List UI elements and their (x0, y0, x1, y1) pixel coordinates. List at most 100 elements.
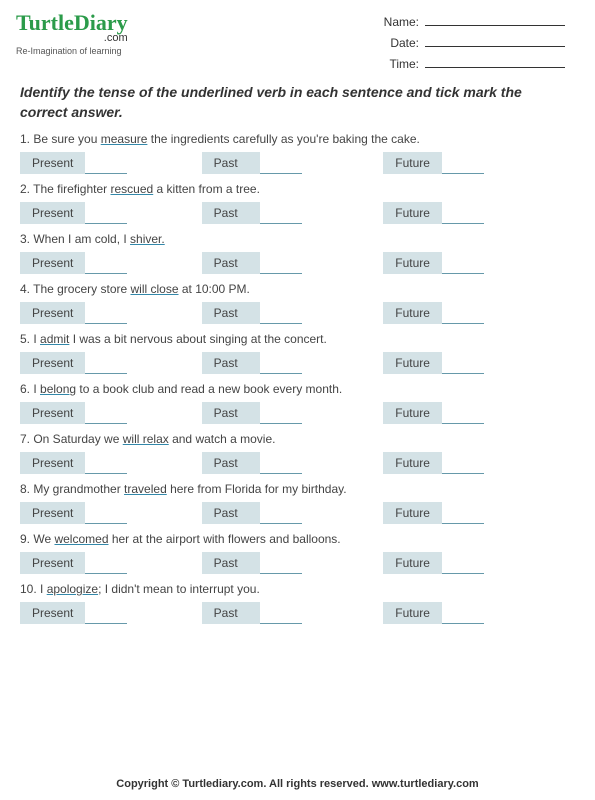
answer-blank[interactable] (442, 302, 484, 324)
option-label: Past (202, 452, 260, 474)
answer-blank[interactable] (260, 302, 302, 324)
answer-blank[interactable] (260, 552, 302, 574)
options-row: Present Past Future (20, 302, 565, 324)
answer-blank[interactable] (260, 402, 302, 424)
option-label: Future (383, 552, 442, 574)
question: 8. My grandmother traveled here from Flo… (20, 482, 565, 524)
option-present: Present (20, 152, 202, 174)
logo: TurtleDiary .com Re-Imagination of learn… (16, 12, 128, 71)
underlined-verb: admit (40, 332, 69, 346)
question: 1. Be sure you measure the ingredients c… (20, 132, 565, 174)
question-text: 3. When I am cold, I shiver. (20, 232, 565, 246)
question-text: 7. On Saturday we will relax and watch a… (20, 432, 565, 446)
answer-blank[interactable] (260, 152, 302, 174)
option-label: Past (202, 302, 260, 324)
option-future: Future (383, 252, 565, 274)
question-post: ; I didn't mean to interrupt you. (98, 582, 260, 596)
answer-blank[interactable] (260, 252, 302, 274)
option-present: Present (20, 452, 202, 474)
name-field: Name: (384, 12, 565, 29)
option-label: Present (20, 552, 85, 574)
answer-blank[interactable] (260, 352, 302, 374)
answer-blank[interactable] (85, 502, 127, 524)
option-future: Future (383, 452, 565, 474)
answer-blank[interactable] (442, 552, 484, 574)
answer-blank[interactable] (85, 352, 127, 374)
question-text: 9. We welcomed her at the airport with f… (20, 532, 565, 546)
underlined-verb: apologize (47, 582, 98, 596)
question-post: here from Florida for my birthday. (167, 482, 347, 496)
answer-blank[interactable] (442, 252, 484, 274)
answer-blank[interactable] (260, 502, 302, 524)
option-label: Future (383, 502, 442, 524)
answer-blank[interactable] (85, 552, 127, 574)
option-label: Past (202, 552, 260, 574)
option-label: Past (202, 202, 260, 224)
question-pre: We (33, 532, 54, 546)
option-label: Future (383, 302, 442, 324)
date-input-line[interactable] (425, 33, 565, 47)
question: 9. We welcomed her at the airport with f… (20, 532, 565, 574)
answer-blank[interactable] (85, 602, 127, 624)
name-input-line[interactable] (425, 12, 565, 26)
options-row: PresentPastFuture (20, 352, 565, 374)
options-row: PresentPastFuture (20, 602, 565, 624)
question: 2. The firefighter rescued a kitten from… (20, 182, 565, 224)
option-label: Future (383, 452, 442, 474)
answer-blank[interactable] (260, 202, 302, 224)
option-present: Present (20, 602, 202, 624)
question-number: 4. (20, 282, 33, 296)
option-label: Future (383, 352, 442, 374)
answer-blank[interactable] (442, 352, 484, 374)
answer-blank[interactable] (442, 402, 484, 424)
question-text: 10. I apologize; I didn't mean to interr… (20, 582, 565, 596)
option-label: Present (20, 502, 85, 524)
option-label: Future (383, 402, 442, 424)
answer-blank[interactable] (260, 452, 302, 474)
option-label: Present (20, 302, 85, 324)
option-past: Past (202, 552, 384, 574)
question-pre: I (40, 582, 47, 596)
answer-blank[interactable] (442, 452, 484, 474)
answer-blank[interactable] (85, 402, 127, 424)
question-pre: When I am cold, I (33, 232, 130, 246)
option-label: Present (20, 452, 85, 474)
answer-blank[interactable] (85, 302, 127, 324)
question-number: 1. (20, 132, 33, 146)
option-present: Present (20, 202, 202, 224)
option-label: Future (383, 602, 442, 624)
option-label: Present (20, 202, 85, 224)
option-past: Past (202, 402, 384, 424)
option-future: Future (383, 402, 565, 424)
question-number: 2. (20, 182, 33, 196)
answer-blank[interactable] (442, 502, 484, 524)
answer-blank[interactable] (85, 202, 127, 224)
answer-blank[interactable] (442, 602, 484, 624)
option-past: Past (202, 252, 384, 274)
answer-blank[interactable] (442, 202, 484, 224)
question-post: her at the airport with flowers and ball… (109, 532, 341, 546)
underlined-verb: belong (40, 382, 76, 396)
question-pre: Be sure you (33, 132, 100, 146)
option-label: Past (202, 252, 260, 274)
date-label: Date: (390, 36, 419, 50)
option-present: Present (20, 402, 202, 424)
underlined-verb: will close (131, 282, 179, 296)
answer-blank[interactable] (442, 152, 484, 174)
time-input-line[interactable] (425, 54, 565, 68)
question-number: 6. (20, 382, 33, 396)
option-future: Future (383, 552, 565, 574)
option-present: Present (20, 502, 202, 524)
answer-blank[interactable] (85, 452, 127, 474)
option-future: Future (383, 352, 565, 374)
header: TurtleDiary .com Re-Imagination of learn… (0, 0, 595, 79)
answer-blank[interactable] (260, 602, 302, 624)
option-present: Present (20, 352, 202, 374)
underlined-verb: measure (101, 132, 148, 146)
option-label: Present (20, 252, 85, 274)
option-future: Future (383, 602, 565, 624)
question-pre: On Saturday we (33, 432, 122, 446)
answer-blank[interactable] (85, 152, 127, 174)
answer-blank[interactable] (85, 252, 127, 274)
question-number: 10. (20, 582, 40, 596)
